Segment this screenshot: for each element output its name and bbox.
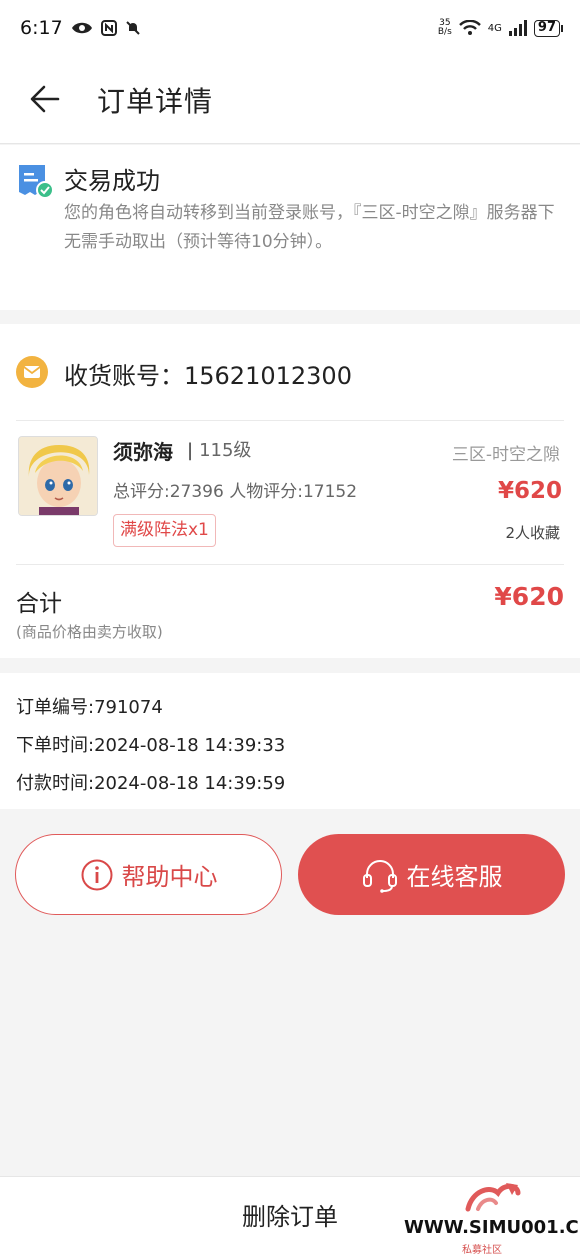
delete-order-button[interactable]: 删除订单 xyxy=(190,1177,390,1257)
receiving-account: 收货账号：15621012300 xyxy=(64,356,352,391)
total-label: 合计 xyxy=(16,591,62,617)
character-scores: 总评分:27396 人物评分:17152 xyxy=(113,482,358,502)
divider xyxy=(16,564,564,565)
back-arrow-icon[interactable] xyxy=(28,82,62,116)
account-value: 15621012300 xyxy=(184,362,352,390)
status-bar: 6:17 35 B/s 4G 97 xyxy=(0,0,580,56)
online-service-label: 在线客服 xyxy=(406,863,503,891)
order-card: 收货账号：15621012300 须弥海 115级 三区-时空之隙 总评分:27… xyxy=(0,324,580,658)
mute-icon xyxy=(125,21,140,35)
item-price: ¥620 xyxy=(497,478,562,504)
battery-indicator: 97 xyxy=(533,19,564,37)
eye-icon xyxy=(71,22,92,34)
status-title: 交易成功 xyxy=(64,167,160,195)
total-note: (商品价格由卖方收取) xyxy=(16,623,163,641)
header: 订单详情 xyxy=(0,56,580,144)
page-title: 订单详情 xyxy=(97,85,214,118)
watermark-logo-icon xyxy=(465,1183,521,1212)
order-info-card: 订单编号:791074 下单时间:2024-08-18 14:39:33 付款时… xyxy=(0,673,580,809)
network-type: 4G xyxy=(487,22,502,34)
transaction-status-card: 交易成功 您的角色将自动转移到当前登录账号，『三区-时空之隙』服务器下无需手动取… xyxy=(0,145,580,310)
nfc-icon xyxy=(100,20,117,36)
bottom-bar: 删除订单 WWW.SIMU001.CN 私募社区 xyxy=(0,1176,580,1257)
pay-time: 付款时间:2024-08-18 14:39:59 xyxy=(16,773,286,794)
net-speed: 35 B/s xyxy=(437,18,452,37)
status-description: 您的角色将自动转移到当前登录账号，『三区-时空之隙』服务器下无需手动取出（预计等… xyxy=(64,203,555,252)
divider xyxy=(16,420,564,421)
account-label: 收货账号： xyxy=(64,362,184,390)
watermark: WWW.SIMU001.CN 私募社区 xyxy=(400,1177,580,1257)
status-time: 6:17 xyxy=(20,17,63,39)
order-number: 订单编号:791074 xyxy=(16,697,163,718)
server-name: 三区-时空之隙 xyxy=(451,445,560,465)
signal-icon xyxy=(508,20,527,36)
order-time: 下单时间:2024-08-18 14:39:33 xyxy=(16,735,286,756)
total-price: ¥620 xyxy=(494,582,564,611)
character-avatar xyxy=(18,436,98,516)
mail-icon xyxy=(16,356,48,388)
headset-icon xyxy=(362,859,397,893)
watermark-url: WWW.SIMU001.CN xyxy=(404,1217,580,1238)
character-name: 须弥海 xyxy=(113,440,173,464)
feature-tag: 满级阵法x1 xyxy=(113,514,216,547)
wifi-icon xyxy=(458,20,481,35)
watermark-sub: 私募社区 xyxy=(462,1245,502,1256)
help-center-label: 帮助中心 xyxy=(121,863,218,891)
info-icon xyxy=(81,859,112,890)
online-service-button[interactable]: 在线客服 xyxy=(298,834,565,915)
help-center-button[interactable]: 帮助中心 xyxy=(15,834,282,915)
favorites-count: 2人收藏 xyxy=(505,524,560,542)
receipt-success-icon xyxy=(19,165,54,199)
character-level: 115级 xyxy=(187,436,251,462)
